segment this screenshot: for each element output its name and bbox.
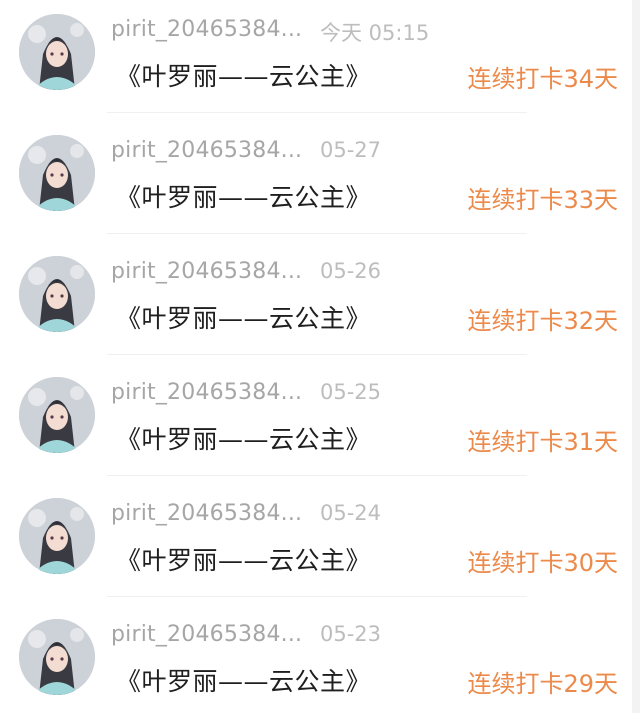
post-date: 05-26	[320, 259, 382, 283]
user-avatar-icon[interactable]	[19, 498, 95, 574]
user-avatar-icon[interactable]	[19, 256, 95, 332]
user-avatar-icon[interactable]	[19, 619, 95, 695]
list-item[interactable]: pirit_20465384... 05-25 《叶罗丽——云公主》 连续打卡3…	[0, 363, 632, 484]
checkin-streak-badge: 连续打卡34天	[467, 65, 618, 93]
list-item[interactable]: pirit_20465384... 05-27 《叶罗丽——云公主》 连续打卡3…	[0, 121, 632, 242]
divider	[107, 475, 527, 476]
checkin-streak-badge: 连续打卡33天	[467, 186, 618, 214]
checkin-streak-badge: 连续打卡29天	[467, 670, 618, 698]
username[interactable]: pirit_20465384...	[111, 138, 302, 163]
username[interactable]: pirit_20465384...	[111, 380, 302, 405]
divider	[107, 112, 527, 113]
list-item[interactable]: pirit_20465384... 今天 05:15 《叶罗丽——云公主》 连续…	[0, 0, 632, 121]
divider	[107, 233, 527, 234]
divider	[107, 354, 527, 355]
post-title[interactable]: 《叶罗丽——云公主》	[116, 57, 371, 93]
post-date: 今天 05:15	[320, 21, 430, 45]
user-avatar-icon[interactable]	[19, 14, 95, 90]
username[interactable]: pirit_20465384...	[111, 501, 302, 526]
list-item[interactable]: pirit_20465384... 05-24 《叶罗丽——云公主》 连续打卡3…	[0, 484, 632, 605]
scroll-edge	[632, 0, 640, 713]
post-date: 05-25	[320, 380, 382, 404]
list-item[interactable]: pirit_20465384... 05-23 《叶罗丽——云公主》 连续打卡2…	[0, 605, 632, 726]
user-avatar-icon[interactable]	[19, 135, 95, 211]
user-avatar-icon[interactable]	[19, 377, 95, 453]
checkin-streak-badge: 连续打卡31天	[467, 428, 618, 456]
divider	[107, 596, 527, 597]
post-title[interactable]: 《叶罗丽——云公主》	[116, 541, 371, 577]
post-title[interactable]: 《叶罗丽——云公主》	[116, 662, 371, 698]
post-title[interactable]: 《叶罗丽——云公主》	[116, 178, 371, 214]
checkin-streak-badge: 连续打卡32天	[467, 307, 618, 335]
post-date: 05-27	[320, 138, 382, 162]
checkin-feed: pirit_20465384... 今天 05:15 《叶罗丽——云公主》 连续…	[0, 0, 640, 713]
checkin-streak-badge: 连续打卡30天	[467, 549, 618, 577]
list-item[interactable]: pirit_20465384... 05-26 《叶罗丽——云公主》 连续打卡3…	[0, 242, 632, 363]
post-date: 05-24	[320, 501, 382, 525]
post-title[interactable]: 《叶罗丽——云公主》	[116, 299, 371, 335]
post-date: 05-23	[320, 622, 382, 646]
username[interactable]: pirit_20465384...	[111, 259, 302, 284]
post-title[interactable]: 《叶罗丽——云公主》	[116, 420, 371, 456]
username[interactable]: pirit_20465384...	[111, 622, 302, 647]
username[interactable]: pirit_20465384...	[111, 17, 302, 42]
